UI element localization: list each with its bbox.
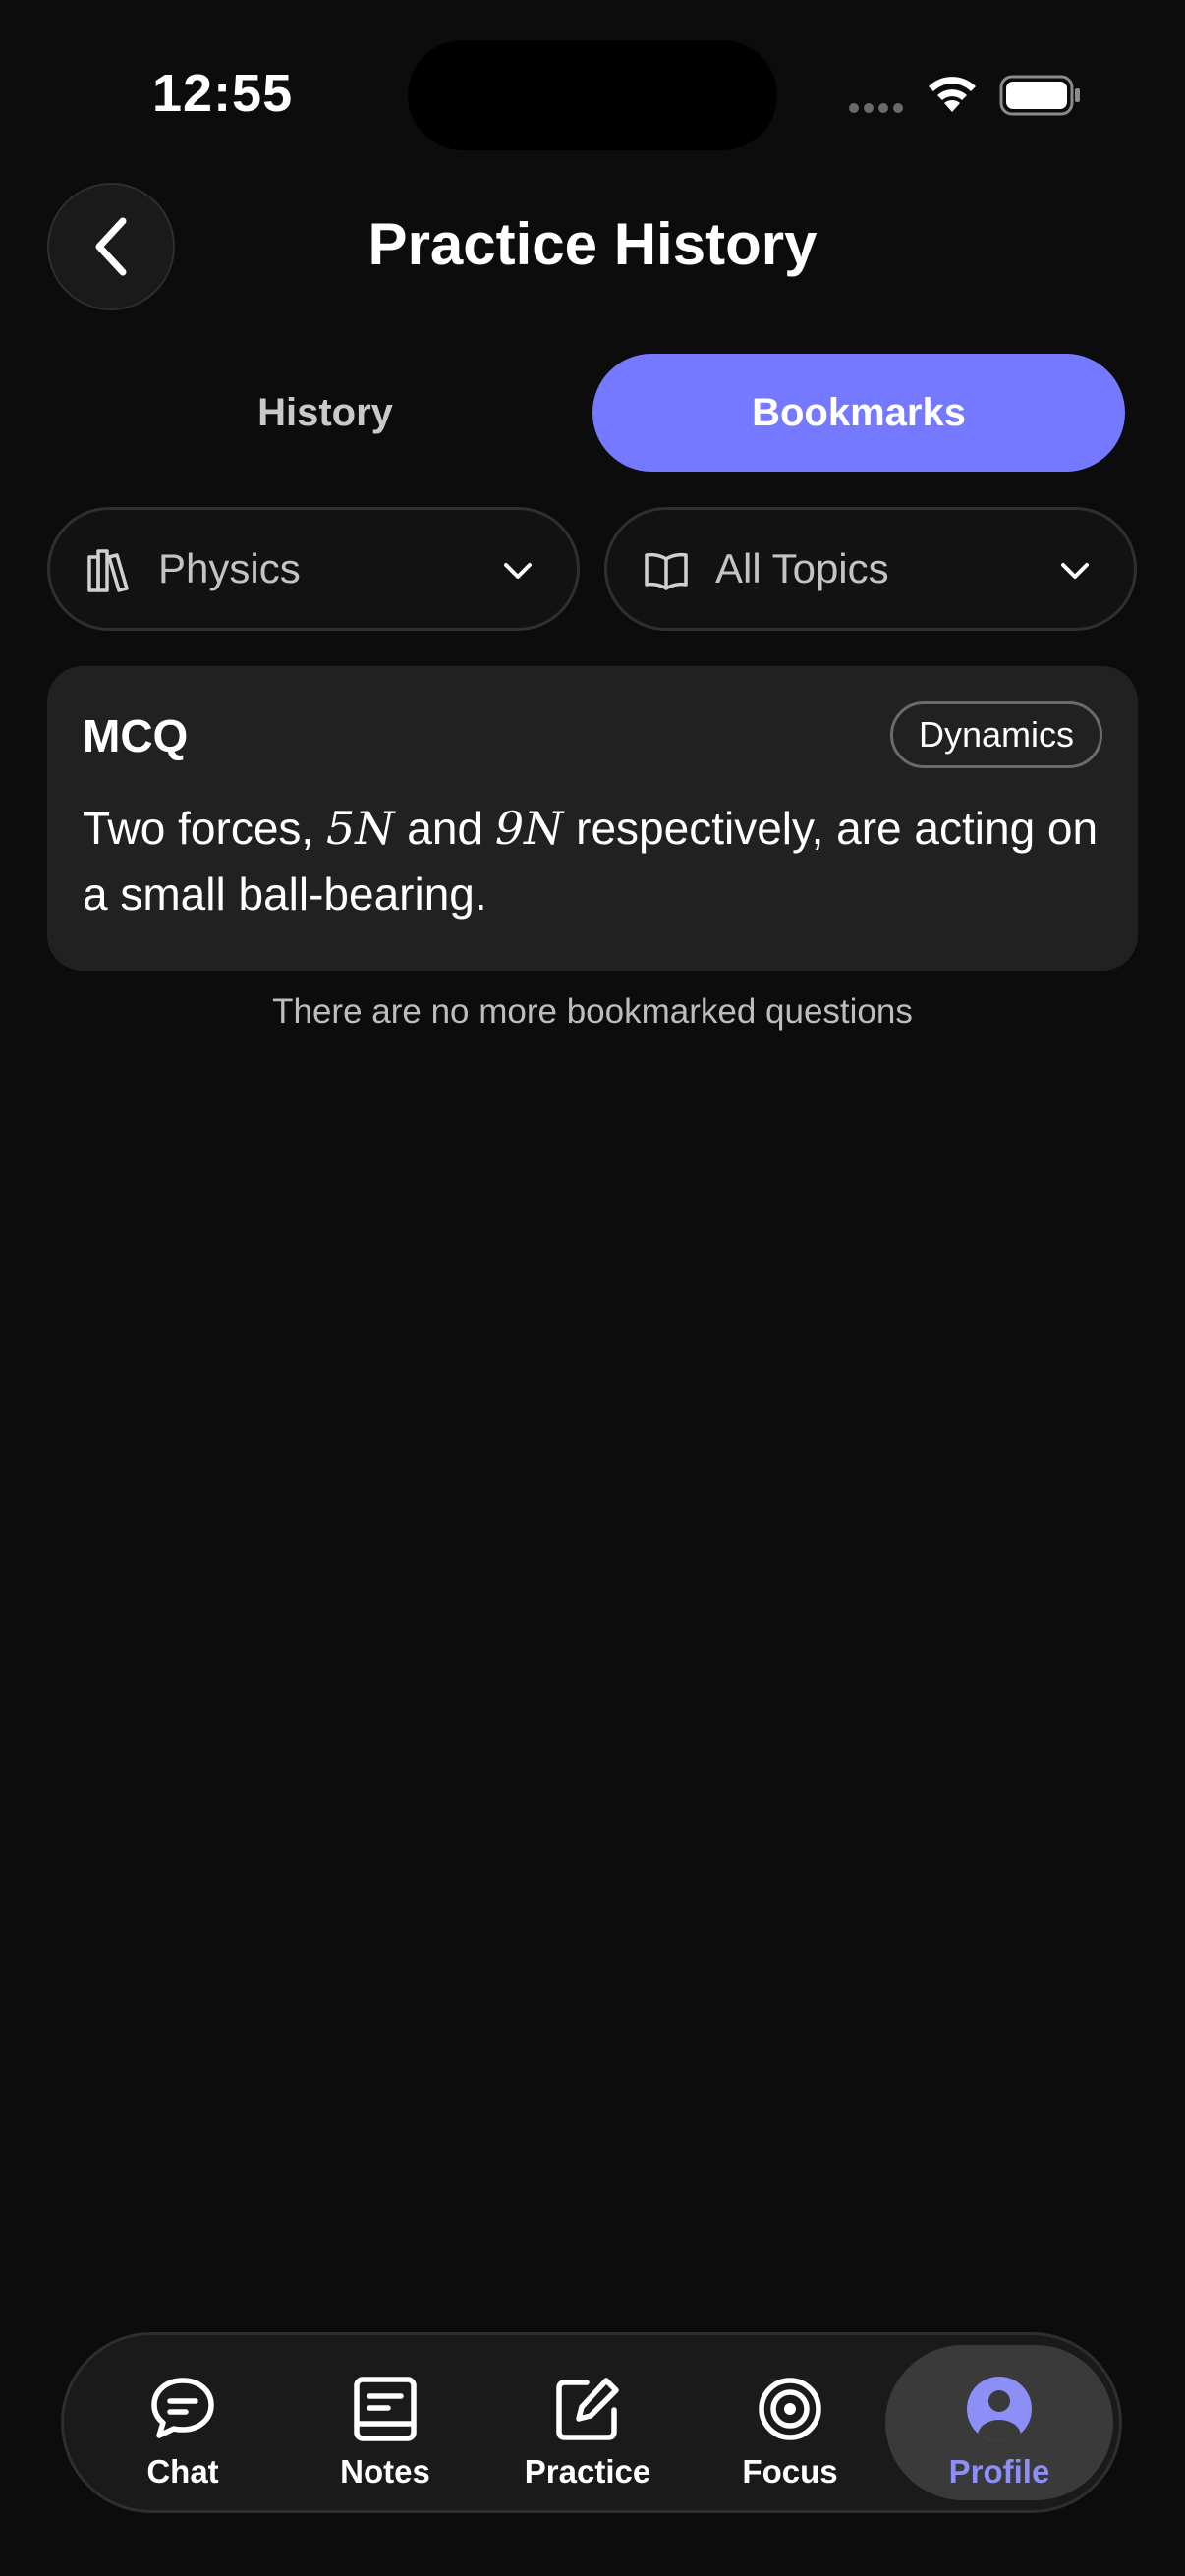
- topic-dropdown-label: All Topics: [715, 545, 889, 591]
- page-title: Practice History: [367, 211, 818, 277]
- tab-history[interactable]: History: [59, 354, 592, 472]
- target-icon: [759, 2378, 821, 2440]
- topic-dropdown[interactable]: All Topics: [604, 507, 1137, 631]
- notes-icon: [354, 2377, 417, 2441]
- math-5n: 5N: [325, 802, 395, 855]
- nav-notes[interactable]: Notes: [284, 2345, 486, 2500]
- nav-practice[interactable]: Practice: [486, 2345, 689, 2500]
- chat-icon: [151, 2378, 214, 2438]
- nav-profile-label: Profile: [948, 2453, 1050, 2490]
- open-book-icon: [645, 552, 688, 590]
- nav-chat[interactable]: Chat: [82, 2345, 284, 2500]
- nav-focus[interactable]: Focus: [689, 2345, 891, 2500]
- practice-icon: [556, 2378, 619, 2440]
- tab-bookmarks[interactable]: Bookmarks: [592, 354, 1125, 472]
- nav-chat-label: Chat: [146, 2453, 219, 2490]
- question-text: Two forces, 5N and 9N respectively, are …: [83, 802, 1099, 920]
- status-time: 12:55: [152, 64, 294, 123]
- question-type: MCQ: [83, 710, 189, 761]
- nav-notes-label: Notes: [340, 2453, 430, 2490]
- nav-practice-label: Practice: [524, 2453, 651, 2490]
- math-9n: 9N: [494, 802, 564, 855]
- chevron-down-icon: [1061, 563, 1089, 579]
- cellular-signal-icon: [849, 103, 906, 115]
- subject-dropdown-label: Physics: [158, 545, 301, 591]
- subject-dropdown[interactable]: Physics: [47, 507, 580, 631]
- topic-badge: Dynamics: [889, 701, 1102, 768]
- nav-focus-label: Focus: [742, 2453, 838, 2490]
- bottom-nav: Chat Notes Practice Focus Profile: [61, 2332, 1122, 2513]
- profile-icon: [967, 2377, 1032, 2441]
- empty-list-message: There are no more bookmarked questions: [272, 992, 913, 1031]
- chevron-down-icon: [504, 563, 532, 579]
- bookmarked-question-card[interactable]: MCQ Dynamics Two forces, 5N and 9N respe…: [47, 666, 1138, 971]
- dynamic-island: [408, 40, 777, 150]
- wifi-icon: [929, 77, 976, 112]
- nav-profile[interactable]: Profile: [885, 2345, 1113, 2500]
- books-icon: [87, 549, 129, 592]
- battery-icon: [999, 75, 1080, 116]
